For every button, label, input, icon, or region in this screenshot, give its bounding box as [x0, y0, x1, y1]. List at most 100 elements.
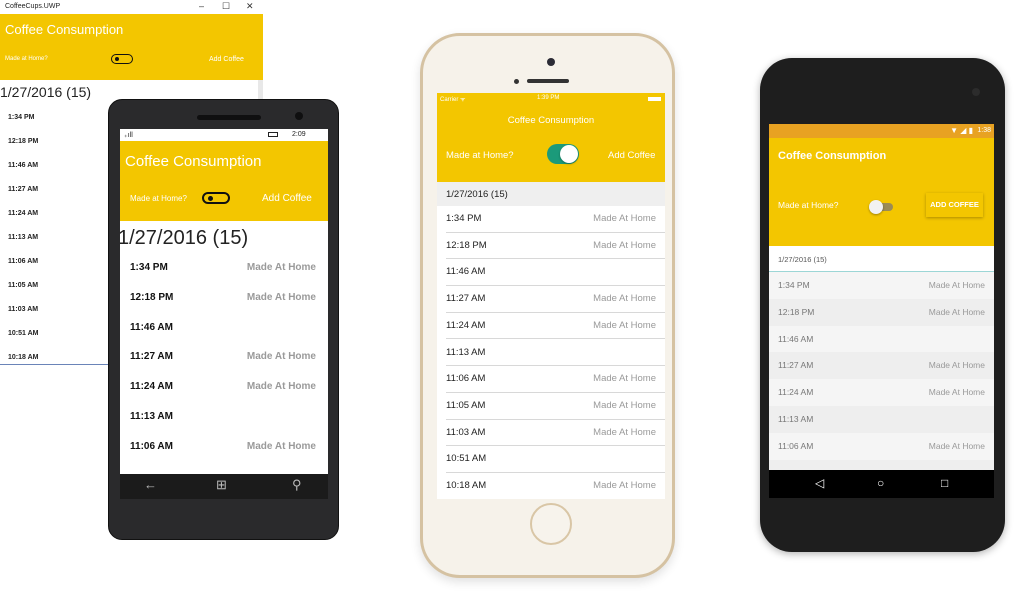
list-item[interactable]: 11:27 AM Made At Home — [769, 352, 994, 380]
minimize-icon[interactable]: – — [199, 1, 204, 11]
made-at-home-toggle[interactable] — [547, 144, 579, 164]
windows-phone-device: ₊ıll 2:09 Coffee Consumption Made at Hom… — [108, 99, 339, 540]
list-item[interactable]: 11:13 AM — [8, 234, 38, 241]
row-detail: Made At Home — [246, 381, 316, 393]
row-detail: Made At Home — [246, 291, 316, 303]
made-at-home-toggle[interactable] — [202, 192, 230, 204]
add-coffee-button[interactable]: Add Coffee — [262, 193, 312, 204]
status-bar: ▼ ◢ ▮ 1:38 — [769, 124, 994, 138]
row-time: 11:24 AM — [130, 381, 173, 393]
row-time: 11:27 AM — [778, 360, 814, 371]
toggle-knob — [208, 196, 213, 201]
row-time: 12:18 PM — [778, 306, 815, 317]
add-coffee-button[interactable]: Add Coffee — [209, 56, 244, 63]
list-item[interactable]: 12:18 PM Made At Home — [130, 292, 316, 312]
row-detail: Made At Home — [928, 387, 985, 398]
add-coffee-button[interactable]: Add Coffee — [608, 150, 655, 161]
row-time: 11:06 AM — [778, 440, 814, 451]
list-item[interactable]: 11:06 AM — [8, 258, 38, 265]
list-item[interactable]: 11:03 AM — [8, 306, 38, 313]
row-detail: Made At Home — [246, 351, 316, 363]
wp-screen: ₊ıll 2:09 Coffee Consumption Made at Hom… — [120, 129, 328, 499]
list-item[interactable]: 12:18 PM — [8, 138, 38, 145]
list-item[interactable]: 11:06 AM Made At Home — [437, 366, 665, 393]
list-item[interactable]: 11:13 AM — [437, 340, 665, 367]
list-item[interactable]: 1:34 PM — [8, 114, 34, 121]
list-item[interactable]: 11:27 AM Made At Home — [130, 351, 316, 371]
list-item[interactable]: 11:27 AM Made At Home — [437, 286, 665, 313]
group-header: 1/27/2016 (15) — [769, 246, 994, 272]
list-item[interactable]: 11:24 AM Made At Home — [769, 379, 994, 406]
row-time: 11:24 AM — [778, 387, 814, 398]
made-at-home-toggle[interactable] — [111, 54, 133, 64]
list-item[interactable]: 11:46 AM — [769, 325, 994, 353]
row-time: 11:24 AM — [446, 319, 486, 331]
list-item[interactable]: 1:34 PM Made At Home — [437, 206, 665, 233]
list-item[interactable]: 11:06 AM Made At Home — [130, 441, 316, 461]
row-time: 11:13 AM — [130, 411, 173, 422]
list-item[interactable]: 11:05 AM Made At Home — [437, 393, 665, 420]
search-icon[interactable]: ⚲ — [292, 477, 302, 493]
recents-icon[interactable]: □ — [941, 476, 948, 490]
list-item[interactable]: 10:51 AM — [437, 446, 665, 473]
list-item[interactable]: 11:46 AM — [437, 259, 665, 287]
maximize-icon[interactable]: ☐ — [222, 1, 230, 12]
status-bar: ₊ıll 2:09 — [120, 129, 328, 141]
made-at-home-toggle[interactable] — [869, 200, 893, 214]
home-button-icon[interactable] — [530, 503, 572, 545]
list-item[interactable]: 12:18 PM Made At Home — [437, 233, 665, 260]
sensor — [514, 79, 519, 84]
status-time: 1:38 — [977, 127, 991, 134]
row-time: 11:27 AM — [446, 293, 486, 305]
page-title: Coffee Consumption — [125, 153, 262, 170]
row-detail: Made At Home — [246, 440, 316, 452]
page-title: Coffee Consumption — [507, 115, 595, 126]
home-button-icon[interactable]: ○ — [877, 476, 884, 490]
list-item[interactable]: 10:18 AM Made At Home — [437, 473, 665, 499]
carrier-label: Carrier ᯤ — [440, 97, 466, 103]
list-item[interactable]: 1:34 PM Made At Home — [769, 272, 994, 299]
row-detail: Made At Home — [593, 213, 656, 224]
app-header: Coffee Consumption Made at Home? ADD COF… — [769, 138, 994, 246]
list-item[interactable]: 10:51 AM — [8, 330, 38, 337]
back-arrow-icon[interactable]: ◁ — [815, 476, 824, 490]
made-at-home-label: Made at Home? — [130, 194, 187, 203]
app-header: Coffee Consumption Made at Home? Add Cof… — [0, 14, 263, 80]
list-item[interactable]: 11:24 AM Made At Home — [437, 313, 665, 340]
list-item[interactable]: 11:13 AM — [130, 411, 316, 431]
list-item[interactable]: 11:24 AM — [8, 210, 38, 217]
status-time: 1:39 PM — [537, 95, 560, 101]
list-item[interactable]: 11:46 AM — [130, 322, 316, 342]
row-detail: Made At Home — [593, 399, 656, 411]
list-item[interactable]: 11:27 AM — [8, 186, 38, 193]
android-device: ▼ ◢ ▮ 1:38 Coffee Consumption Made at Ho… — [760, 58, 1005, 552]
speaker — [197, 115, 261, 120]
battery-icon — [268, 132, 278, 137]
back-arrow-icon[interactable]: ← — [144, 477, 157, 492]
list-item[interactable]: 11:24 AM Made At Home — [130, 381, 316, 401]
list-item[interactable]: 11:46 AM — [8, 162, 38, 169]
row-detail: Made At Home — [246, 262, 316, 273]
row-time: 1:34 PM — [446, 213, 482, 224]
add-coffee-button[interactable]: ADD COFFEE — [926, 193, 983, 217]
list-item[interactable]: 1:34 PM Made At Home — [130, 262, 316, 282]
list-item[interactable]: 11:06 AM Made At Home — [769, 432, 994, 460]
toggle-knob — [869, 200, 883, 214]
list-item[interactable]: 11:03 AM Made At Home — [437, 420, 665, 447]
row-time: 1:34 PM — [778, 280, 810, 290]
group-header-label: 1/27/2016 (15) — [778, 255, 827, 264]
windows-start-icon[interactable]: ⊞ — [216, 477, 227, 493]
row-time: 1:34 PM — [130, 262, 168, 273]
list-item[interactable]: 12:18 PM Made At Home — [769, 298, 994, 326]
row-detail: Made At Home — [928, 306, 985, 317]
row-detail: Made At Home — [928, 360, 985, 371]
list-item[interactable]: 11:13 AM — [769, 406, 994, 433]
row-detail: Made At Home — [928, 440, 985, 451]
row-time: 11:06 AM — [130, 440, 173, 452]
close-icon[interactable]: ✕ — [246, 1, 254, 12]
row-detail: Made At Home — [593, 426, 656, 438]
row-detail: Made At Home — [593, 319, 656, 331]
list-item[interactable]: 11:05 AM — [8, 282, 38, 289]
android-navbar: ◁ ○ □ — [769, 470, 994, 498]
list-item[interactable]: 10:18 AM — [8, 354, 38, 361]
